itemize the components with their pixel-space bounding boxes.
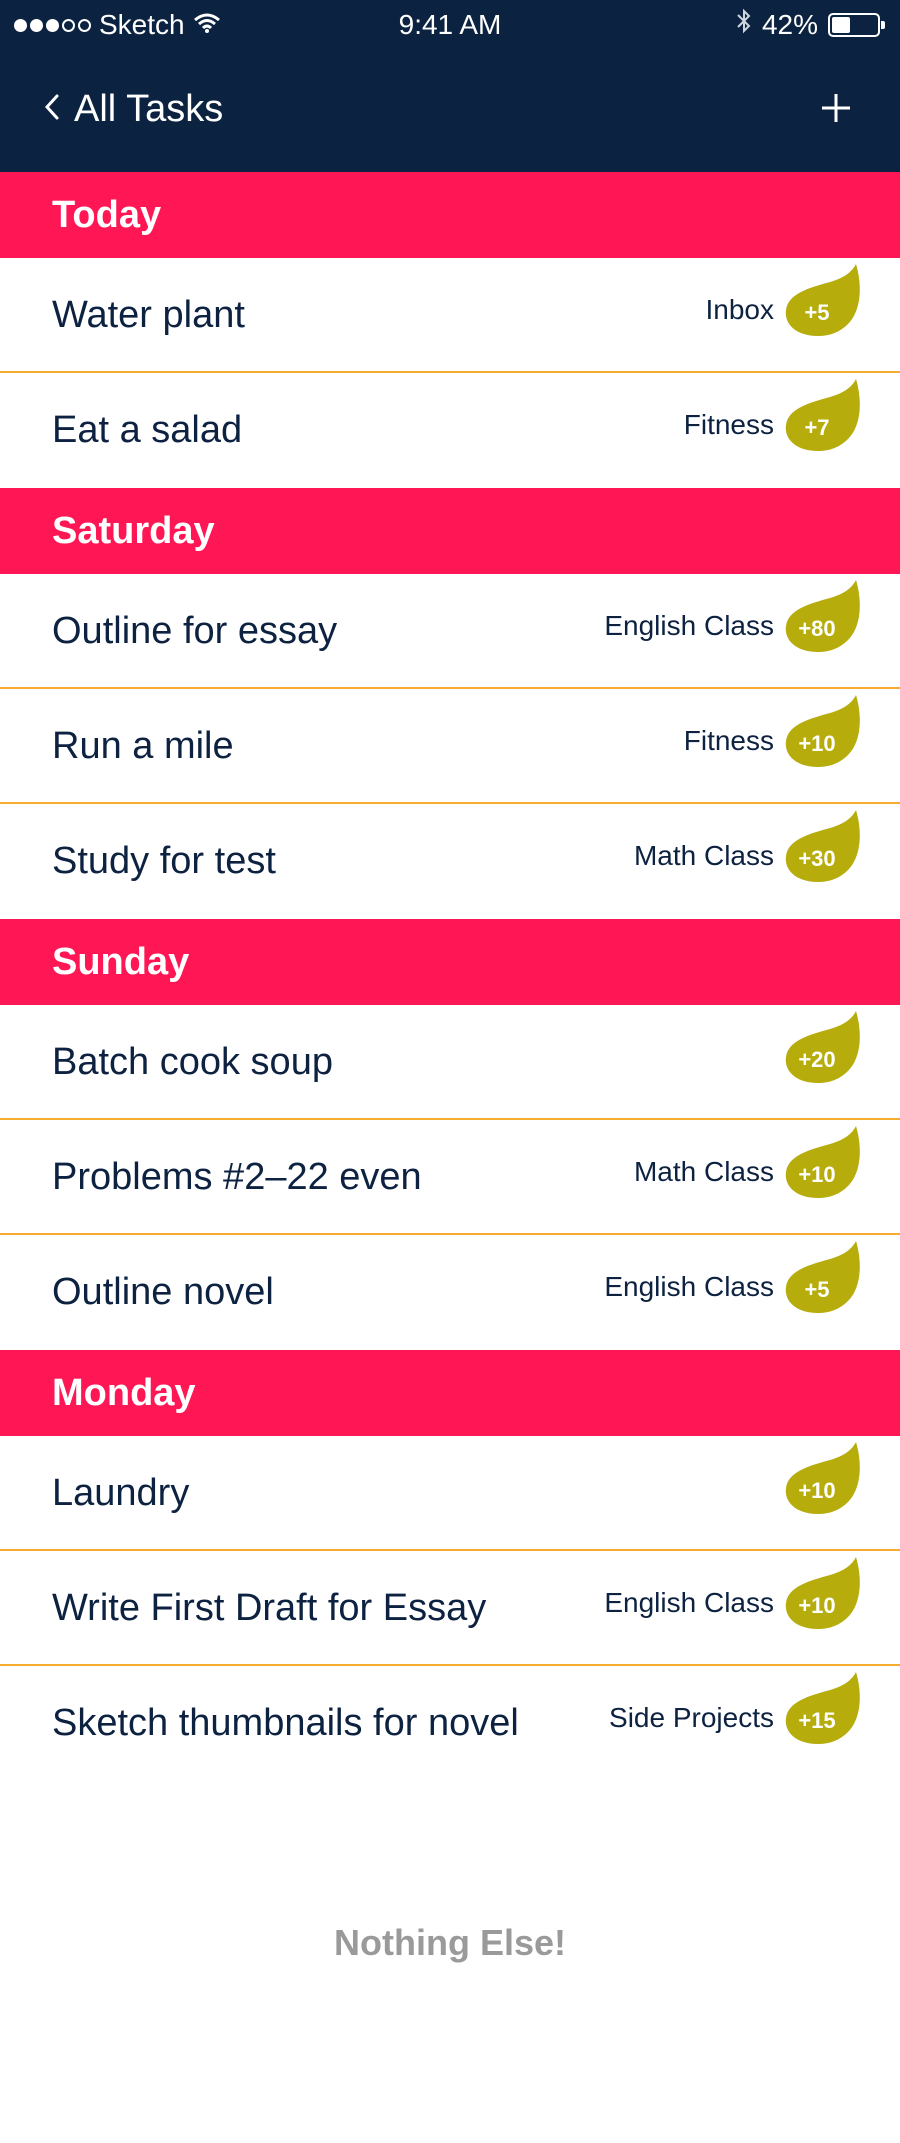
points-value: +30 [798,846,836,871]
points-value: +10 [798,1478,836,1503]
task-row[interactable]: Laundry +10 [0,1436,900,1551]
points-value: +10 [798,1162,836,1187]
top-bar: Sketch 9:41 AM 42% All Tasks [0,0,900,172]
points-badge: +30 [784,810,864,886]
task-title: Sketch thumbnails for novel [52,1702,519,1744]
points-badge: +7 [784,379,864,455]
points-value: +15 [798,1708,836,1733]
chevron-left-icon [44,88,60,131]
points-badge: +10 [784,1442,864,1518]
points-badge: +10 [784,1557,864,1633]
navigation-bar: All Tasks [0,64,900,164]
task-row[interactable]: Run a mile Fitness +10 [0,689,900,804]
section-header: Saturday [0,488,900,574]
points-badge: +80 [784,580,864,656]
points-badge: +20 [784,1011,864,1087]
points-badge: +5 [784,264,864,340]
task-row[interactable]: Outline novel English Class +5 [0,1235,900,1350]
task-title: Outline novel [52,1271,274,1313]
add-task-button[interactable] [812,84,860,132]
task-project-label: English Class [604,610,774,641]
task-row[interactable]: Problems #2–22 even Math Class +10 [0,1120,900,1235]
task-list: Today Water plant Inbox +5 Eat a salad Fitnes… [0,172,900,1781]
task-title: Write First Draft for Essay [52,1587,487,1629]
points-badge: +10 [784,1126,864,1202]
task-project-label: Fitness [683,725,774,756]
task-title: Study for test [52,840,276,882]
task-row[interactable]: Sketch thumbnails for novel Side Projects… [0,1666,900,1781]
task-row[interactable]: Water plant Inbox +5 [0,258,900,373]
empty-state-message: Nothing Else! [334,1922,566,1963]
task-title: Outline for essay [52,610,338,652]
back-button[interactable]: All Tasks [44,88,223,131]
battery-icon [828,13,885,37]
points-value: +10 [798,1593,836,1618]
task-title: Water plant [52,294,245,336]
points-badge: +15 [784,1672,864,1748]
bluetooth-icon [736,0,752,50]
points-value: +7 [804,415,830,440]
task-title: Eat a salad [52,409,243,451]
points-value: +5 [804,300,830,325]
task-project-label: Side Projects [609,1702,774,1733]
section-header: Today [0,172,900,258]
task-project-label: Fitness [683,409,774,440]
task-title: Run a mile [52,725,234,767]
task-row[interactable]: Eat a salad Fitness +7 [0,373,900,488]
points-value: +80 [798,616,836,641]
task-project-label: English Class [604,1587,774,1618]
status-bar: Sketch 9:41 AM 42% [0,0,900,50]
points-value: +20 [798,1047,836,1072]
task-title: Problems #2–22 even [52,1156,422,1198]
plus-icon [822,94,850,122]
task-project-label: Inbox [705,294,775,325]
back-button-label: All Tasks [74,88,224,130]
task-project-label: Math Class [633,1156,774,1187]
points-badge: +5 [784,1241,864,1317]
points-badge: +10 [784,695,864,771]
task-project-label: Math Class [633,840,774,871]
section-header: Sunday [0,919,900,1005]
status-right: 42% [736,0,886,50]
task-row[interactable]: Write First Draft for Essay English Class… [0,1551,900,1666]
task-row[interactable]: Outline for essay English Class +80 [0,574,900,689]
task-title: Batch cook soup [52,1041,333,1083]
task-row[interactable]: Batch cook soup +20 [0,1005,900,1120]
task-title: Laundry [52,1472,190,1514]
points-value: +5 [804,1277,830,1302]
battery-fill [832,17,851,33]
battery-percent: 42% [761,9,818,40]
points-value: +10 [798,731,836,756]
task-project-label: English Class [604,1271,774,1302]
task-row[interactable]: Study for test Math Class +30 [0,804,900,919]
section-header: Monday [0,1350,900,1436]
